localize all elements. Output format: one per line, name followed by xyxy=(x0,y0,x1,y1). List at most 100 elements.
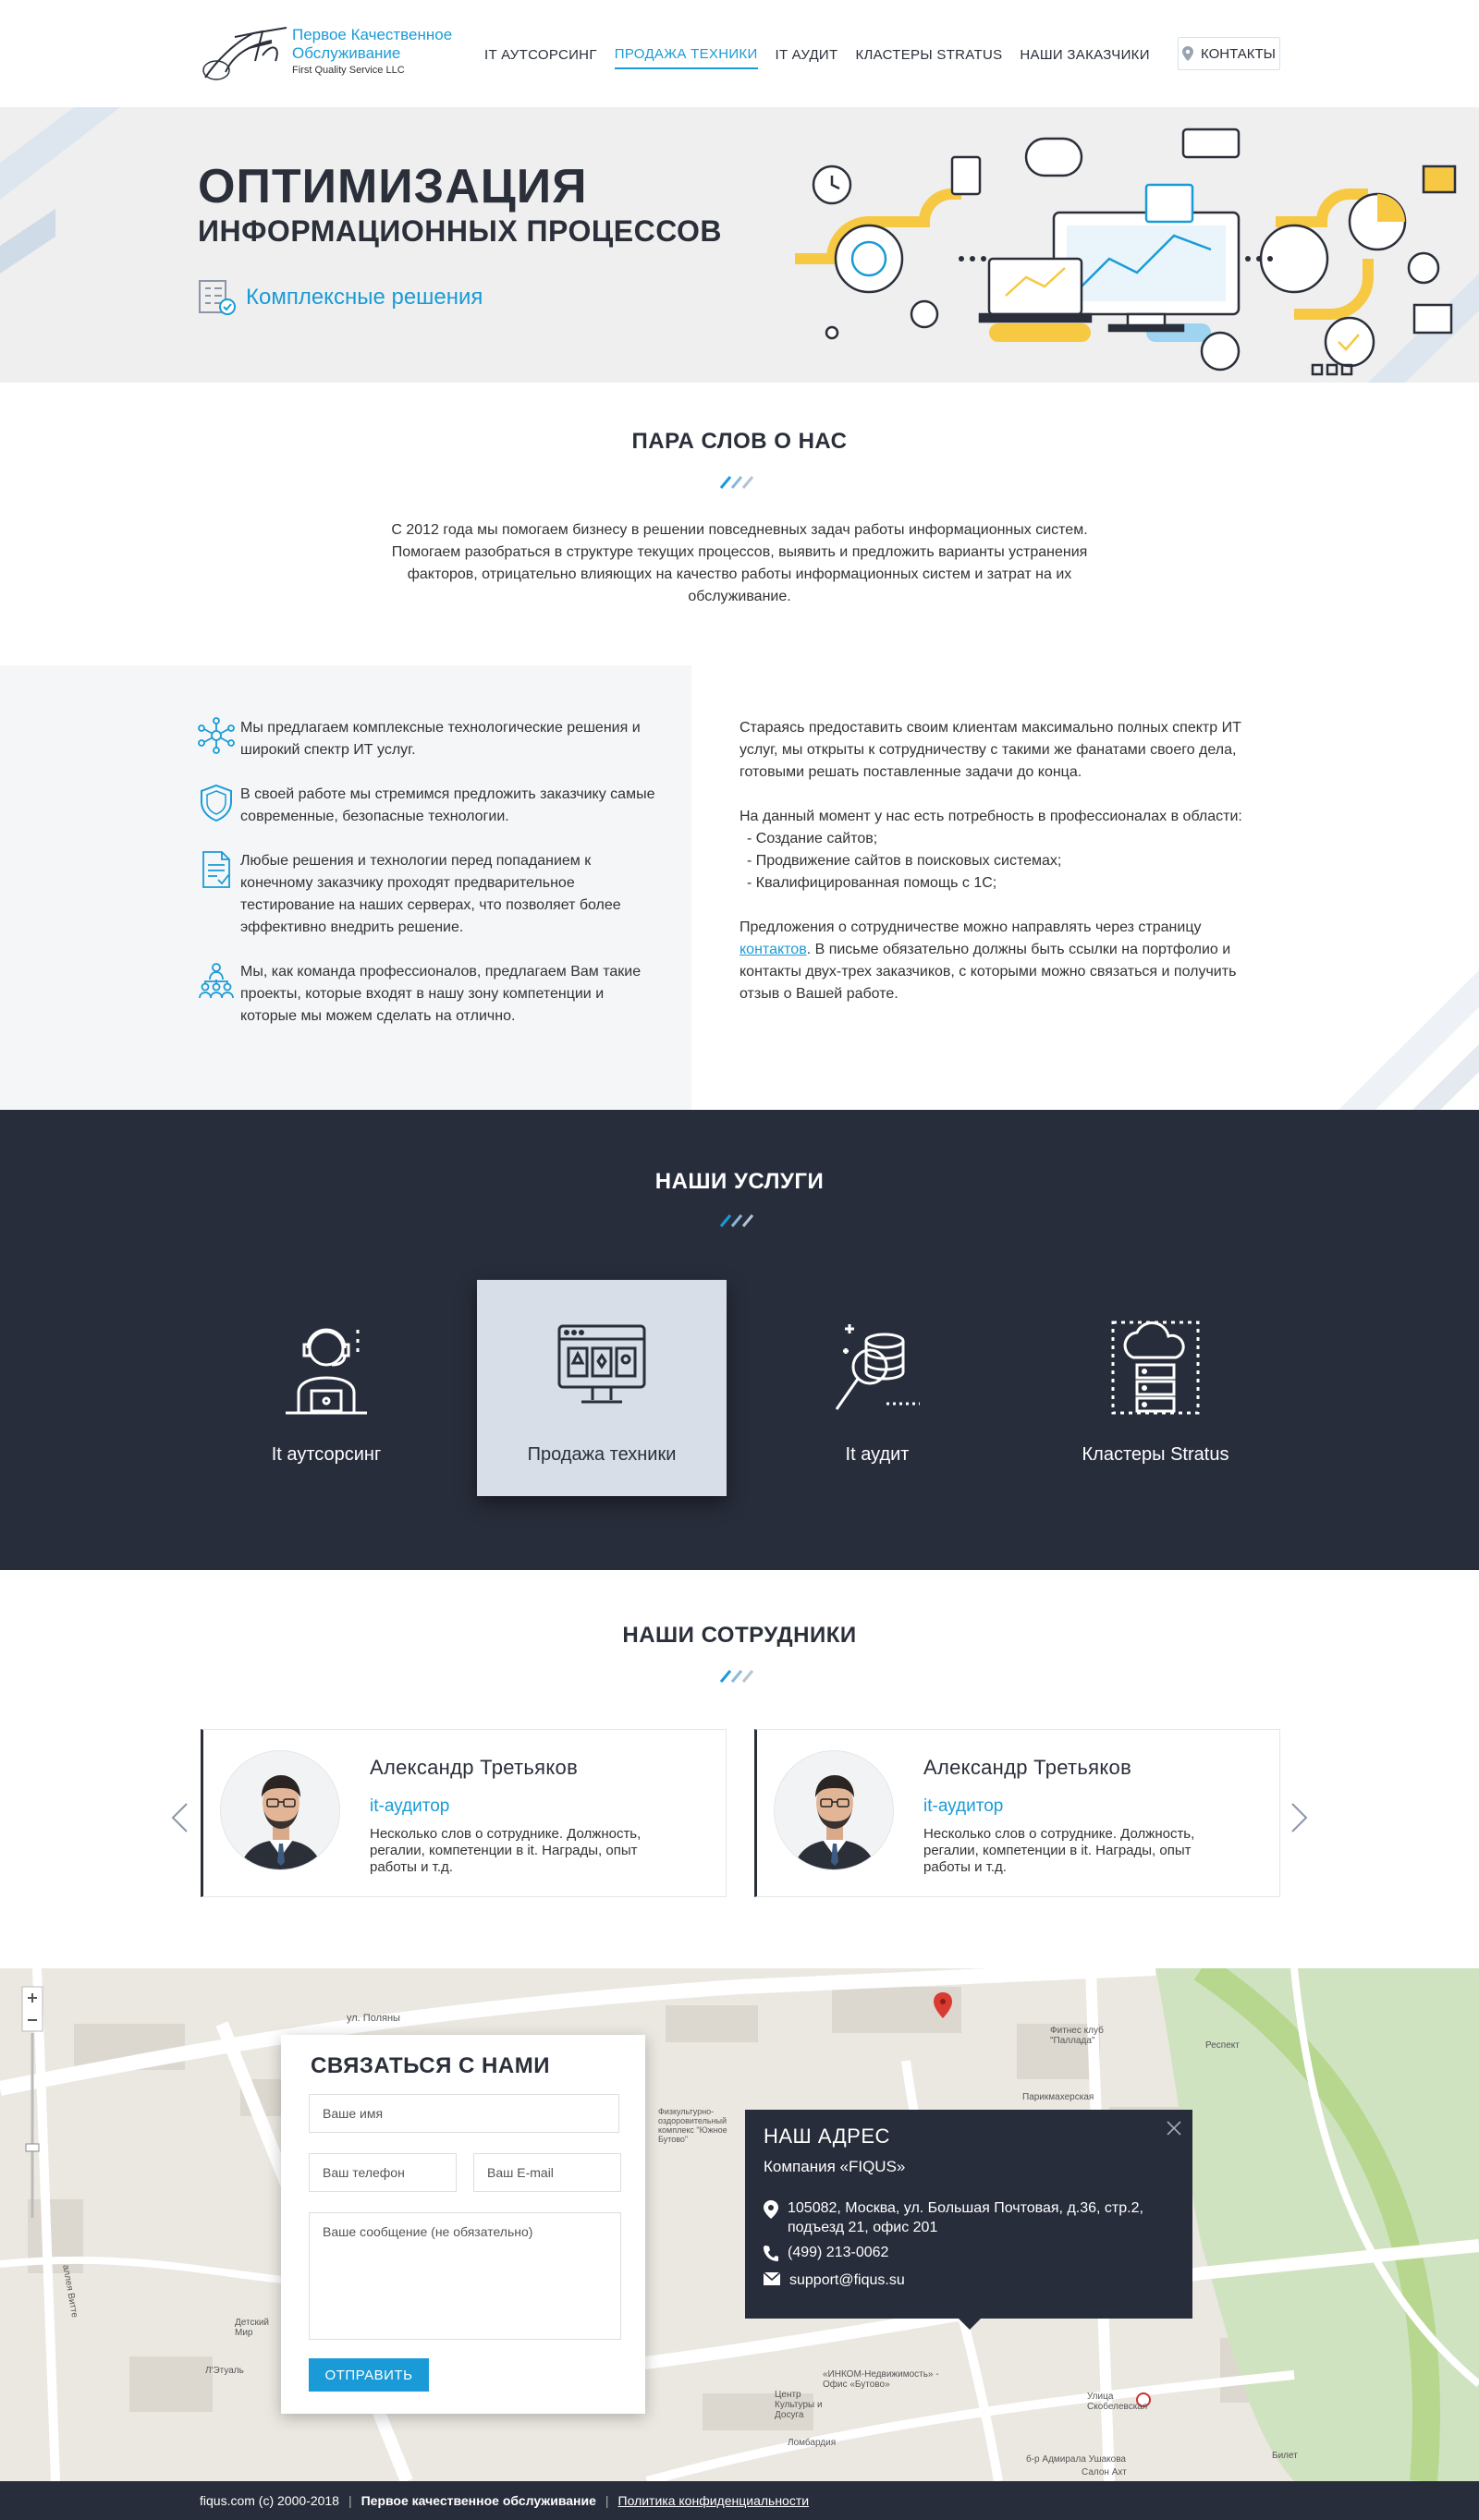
privacy-policy-link[interactable]: Политика конфиденциальности xyxy=(618,2493,810,2508)
document-check-icon xyxy=(202,851,230,888)
footer-separator: | xyxy=(605,2493,609,2508)
hero-banner: ОПТИМИЗАЦИЯ ИНФОРМАЦИОННЫХ ПРОЦЕССОВ Ком… xyxy=(0,107,1479,383)
employee-card[interactable]: Александр Третьяков it-аудитор Несколько… xyxy=(754,1729,1280,1897)
about-title: ПАРА СЛОВ О НАС xyxy=(631,429,848,454)
services-title: НАШИ УСЛУГИ xyxy=(654,1169,825,1194)
partners-p1: Стараясь предоставить своим клиентам мак… xyxy=(740,720,1241,780)
footer: fiqus.com (c) 2000-2018 | Первое качеств… xyxy=(0,2481,1479,2520)
team-icon xyxy=(199,963,234,999)
checklist-icon xyxy=(199,280,236,315)
address-title: НАШ АДРЕС xyxy=(764,2124,890,2148)
main-nav: IT АУТСОРСИНГ ПРОДАЖА ТЕХНИКИ IT АУДИТ К… xyxy=(484,41,1167,69)
service-label: It аутсорсинг xyxy=(271,1444,382,1465)
send-button[interactable]: ОТПРАВИТЬ xyxy=(309,2358,429,2392)
nav-it-outsourcing[interactable]: IT АУТСОРСИНГ xyxy=(484,42,597,68)
address-phone: (499) 213-0062 xyxy=(788,2245,889,2260)
map[interactable]: ул. Поляны Фитнес клуб "Палладa" Парикма… xyxy=(0,1968,1479,2481)
service-label: Продажа техники xyxy=(527,1444,677,1465)
footer-company: Первое качественное обслуживание xyxy=(361,2493,596,2508)
partners-item: - Продвижение сайтов в поисковых система… xyxy=(747,853,1062,869)
map-label: Ломбардия xyxy=(788,2438,837,2448)
feature-text: Любые решения и технологии перед попадан… xyxy=(240,853,621,935)
address-row: 105082, Москва, ул. Большая Почтовая, д.… xyxy=(764,2198,1152,2237)
partners-item: - Создание сайтов; xyxy=(747,831,878,846)
name-input[interactable] xyxy=(309,2094,619,2133)
hero-decor-stripes xyxy=(0,107,120,274)
employee-role: it-аудитор xyxy=(370,1796,450,1816)
map-canvas xyxy=(0,1968,1479,2481)
service-sales[interactable]: Продажа техники xyxy=(477,1280,727,1496)
network-icon xyxy=(198,717,235,754)
hero-subtitle-text: Комплексные решения xyxy=(246,285,483,310)
process-illustration xyxy=(795,128,1457,376)
map-label: Салон Ахт xyxy=(1082,2467,1127,2477)
phone-icon xyxy=(764,2246,778,2261)
map-label: «ИНКОМ-Недвижимость» - Офис «Бутово» xyxy=(823,2369,939,2390)
map-label: Л'Этуаль xyxy=(205,2366,244,2376)
address-company: Компания «FIQUS» xyxy=(764,2158,906,2175)
phone-input[interactable] xyxy=(309,2153,457,2192)
close-icon[interactable] xyxy=(1165,2119,1183,2137)
section-divider xyxy=(0,475,1479,490)
operator-icon xyxy=(286,1328,367,1415)
partners-p3-end: . В письме обязательно должны быть ссылк… xyxy=(740,942,1237,1002)
service-label: Кластеры Stratus xyxy=(1082,1444,1229,1465)
nav-stratus[interactable]: КЛАСТЕРЫ STRATUS xyxy=(855,42,1002,68)
hero-title: ОПТИМИЗАЦИЯ xyxy=(198,160,588,213)
slash-divider-icon xyxy=(719,476,754,489)
site-header: Первое Качественное Обслуживание First Q… xyxy=(0,0,1479,107)
employee-name: Александр Третьяков xyxy=(370,1756,579,1779)
slash-divider-icon xyxy=(719,1670,754,1683)
map-label: Фитнес клуб "Палладa" xyxy=(1050,2026,1104,2046)
partners-p3: Предложения о сотрудничестве можно напра… xyxy=(740,917,1257,1005)
nav-sales[interactable]: ПРОДАЖА ТЕХНИКИ xyxy=(614,41,758,69)
contact-form: СВЯЗАТЬСЯ С НАМИ ОТПРАВИТЬ xyxy=(281,2035,645,2414)
service-it-outsourcing[interactable]: It аутсорсинг xyxy=(202,1280,451,1496)
service-stratus[interactable]: Кластеры Stratus xyxy=(1031,1280,1280,1496)
hero-subtitle: Комплексные решения xyxy=(198,279,483,316)
employee-name: Александр Третьяков xyxy=(923,1756,1132,1779)
decor-stripes xyxy=(1338,970,1479,1110)
employee-description: Несколько слов о сотруднике. Должность, … xyxy=(370,1826,642,1875)
logo-subtitle: First Quality Service LLC xyxy=(292,65,405,76)
section-divider xyxy=(0,1669,1479,1684)
person-photo-icon xyxy=(221,1751,339,1869)
phone-row: (499) 213-0062 xyxy=(764,2243,888,2262)
feature-text: Мы, как команда профессионалов, предлага… xyxy=(240,964,642,1024)
message-textarea[interactable] xyxy=(309,2212,621,2340)
carousel-prev-arrow-icon[interactable] xyxy=(170,1802,189,1833)
feature-item: Мы, как команда профессионалов, предлага… xyxy=(198,961,660,1028)
employee-card[interactable]: Александр Третьяков it-аудитор Несколько… xyxy=(201,1729,727,1897)
service-it-audit[interactable]: It аудит xyxy=(752,1280,1002,1496)
nav-clients[interactable]: НАШИ ЗАКАЗЧИКИ xyxy=(1020,42,1149,68)
popup-tail xyxy=(959,2319,981,2330)
feature-text: Мы предлагаем комплексные технологически… xyxy=(240,720,641,758)
contact-form-title: СВЯЗАТЬСЯ С НАМИ xyxy=(311,2053,550,2078)
about-text: С 2012 года мы помогаем бизнесу в решени… xyxy=(391,522,1088,604)
footer-separator: | xyxy=(348,2493,352,2508)
services-section: НАШИ УСЛУГИ It аутсорсинг Продажа техник… xyxy=(0,1110,1479,1570)
logo[interactable]: Первое Качественное Обслуживание First Q… xyxy=(198,20,457,87)
carousel-next-arrow-icon[interactable] xyxy=(1290,1802,1309,1833)
footer-copyright: fiqus.com (c) 2000-2018 xyxy=(200,2493,339,2508)
location-pin-icon xyxy=(1182,46,1194,61)
map-label: Билет xyxy=(1272,2451,1298,2461)
mail-icon xyxy=(764,2272,780,2285)
address-email[interactable]: support@fiqus.su xyxy=(789,2270,905,2290)
email-row: support@fiqus.su xyxy=(764,2270,905,2290)
nav-it-audit[interactable]: IT АУДИТ xyxy=(776,42,838,68)
partners-item: - Квалифицированная помощь с 1С; xyxy=(747,875,997,891)
map-label: Улица Скобелевская xyxy=(1087,2392,1148,2412)
map-label: Детский Мир xyxy=(235,2318,270,2338)
shield-icon xyxy=(201,784,232,822)
contacts-link[interactable]: контактов xyxy=(740,942,807,957)
logo-mark-icon xyxy=(202,27,287,80)
employee-avatar xyxy=(774,1750,894,1870)
database-search-icon xyxy=(835,1324,920,1410)
map-label: б-р Адмирала Ушакова xyxy=(1026,2454,1126,2465)
email-input[interactable] xyxy=(473,2153,621,2192)
map-label: ул. Поляны xyxy=(347,2013,400,2024)
contacts-button[interactable]: КОНТАКТЫ xyxy=(1178,37,1280,70)
employee-role: it-аудитор xyxy=(923,1796,1004,1816)
person-photo-icon xyxy=(775,1751,893,1869)
